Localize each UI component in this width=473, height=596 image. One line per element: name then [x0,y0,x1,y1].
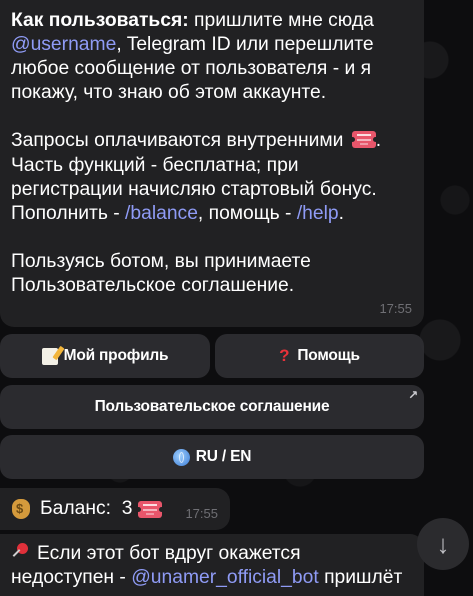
intro-text-2: , Telegram ID или перешлите [116,34,374,56]
message-line: Пополнить - /balance, помощь - /help. [11,202,410,226]
message-line: Пользовательское соглашение. [11,275,295,297]
notice-prefix: недоступен - [11,567,132,589]
message-line: недоступен - @unamer_official_bot пришлё… [11,566,414,590]
help-button[interactable]: ? Помощь [215,334,424,378]
message-time: 17:55 [379,300,412,316]
message-line: Если этот бот вдруг окажется [11,542,414,566]
balance-value: 3 [121,498,133,519]
balance-time: 17:55 [185,506,218,521]
message-line: регистрации начисляю стартовый бонус. [11,178,377,200]
message-line: Часть функций - бесплатна; при [11,154,299,176]
message-line: Запросы оплачиваются внутренними . [11,129,410,153]
question-icon: ? [279,346,290,365]
arrow-down-icon: ↓ [436,528,450,559]
pinned-notice-message: Если этот бот вдруг окажется недоступен … [0,534,424,596]
ticket-icon [349,131,378,149]
balance-message: Баланс: 3 17:55 [0,488,230,530]
message-line: покажу, что знаю об этом аккаунте. [11,82,327,104]
scroll-down-button[interactable]: ↓ [417,518,469,570]
terms-button-label: Пользовательское соглашение [94,398,330,415]
help-text: , помощь - [197,202,297,224]
message-line: @username, Telegram ID или перешлите [11,33,410,57]
ticket-icon [136,500,165,518]
profile-button[interactable]: Мой профиль [0,334,210,378]
globe-icon [172,448,190,466]
bot-username-link[interactable]: @unamer_official_bot [131,567,319,588]
bot-message: Как пользоваться: пришлите мне сюда @use… [0,0,424,327]
language-button-label: RU / EN [195,448,252,465]
profile-button-label: Мой профиль [63,347,169,364]
topup-text: Пополнить - [11,202,126,224]
help-button-label: Помощь [297,347,360,364]
message-line: Как пользоваться: пришлите мне сюда [11,9,410,33]
memo-icon [41,347,58,365]
intro-bold: Как пользоваться: [11,10,189,31]
external-link-icon: ↗ [408,388,418,402]
help-command-link[interactable]: /help [297,203,339,224]
intro-text: пришлите мне сюда [188,10,374,31]
balance-label: Баланс: [40,498,111,519]
pushpin-icon [11,543,29,561]
notice-suffix: пришлёт [318,567,403,589]
username-link[interactable]: @username [11,34,116,55]
balance-command-link[interactable]: /balance [125,203,198,224]
notice-line1: Если этот бот вдруг окажется [37,543,301,564]
message-line: любое сообщение от пользователя - и я [11,58,372,80]
terms-button[interactable]: Пользовательское соглашение ↗ [0,385,424,429]
help-dot: . [338,202,344,224]
language-button[interactable]: RU / EN [0,435,424,479]
paid-text: Запросы оплачиваются внутренними [11,130,344,152]
message-line: Пользуясь ботом, вы принимаете [11,250,311,272]
moneybag-icon [12,499,30,519]
